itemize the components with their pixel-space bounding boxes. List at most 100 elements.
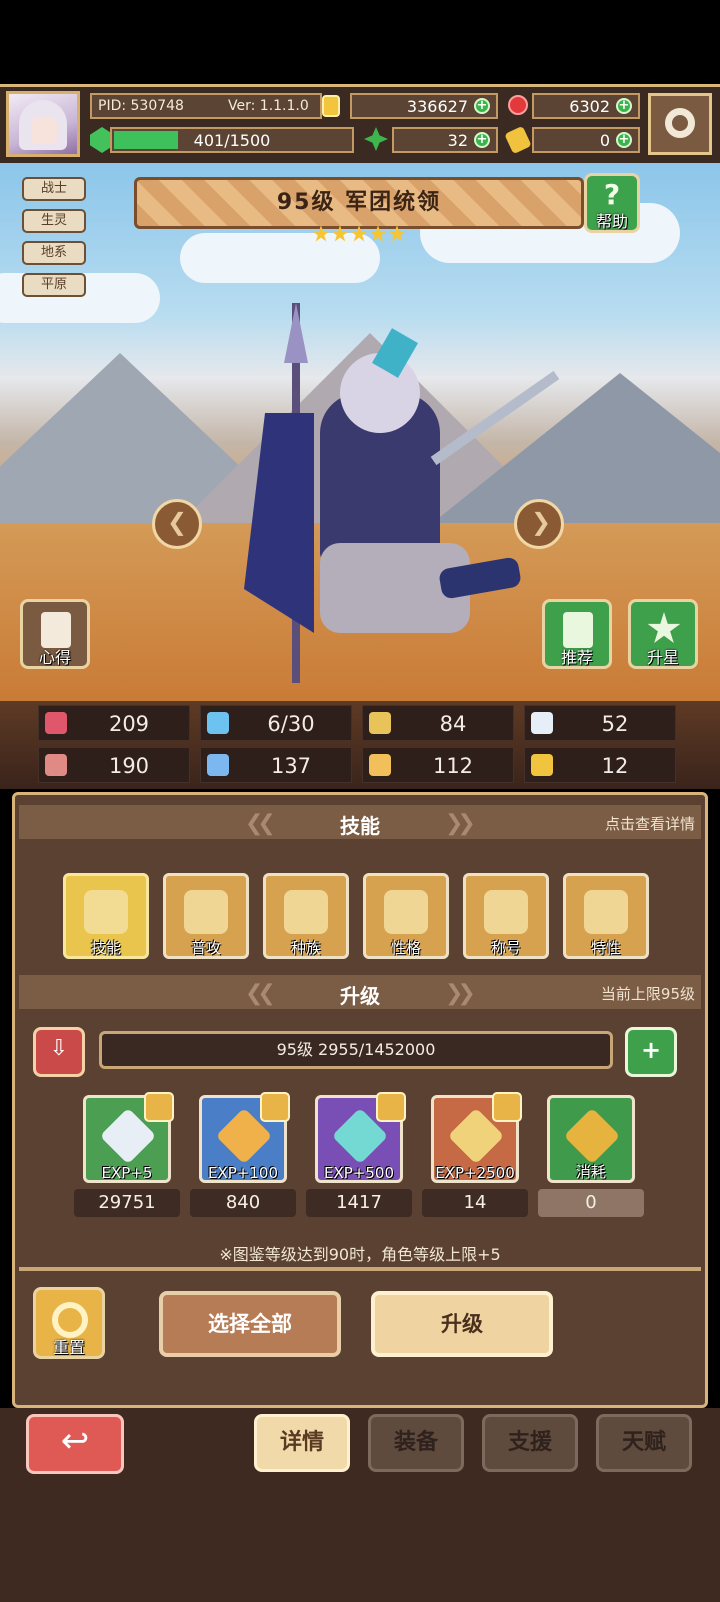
stat-horseshoe: 12 <box>524 747 676 783</box>
skill-slot-personality[interactable]: 性格 <box>363 873 449 959</box>
stat-heart: 209 <box>38 705 190 741</box>
hero-title: 95级 军团统领 <box>276 190 442 215</box>
star-up-button[interactable]: 升星 <box>628 599 698 669</box>
refresh-icon <box>52 1302 88 1338</box>
stat-shield: 84 <box>362 705 514 741</box>
clover-box: 32 + <box>392 127 498 153</box>
add-key-icon[interactable]: + <box>616 132 632 148</box>
skill-slot-title[interactable]: 称号 <box>463 873 549 959</box>
select-all-button[interactable]: 选择全部 <box>159 1291 341 1357</box>
exp-item-count: 14 <box>422 1189 528 1217</box>
star-rating <box>312 225 412 245</box>
upgrade-button[interactable]: 升级 <box>371 1291 553 1357</box>
boot-icon <box>369 754 391 776</box>
add-gold-icon[interactable]: + <box>474 98 490 114</box>
exp-item-slot[interactable]: EXP+100 <box>199 1092 290 1183</box>
stat-value: 6/30 <box>267 712 315 736</box>
fist-icon <box>45 754 67 776</box>
star-icon <box>388 225 406 242</box>
settings-button[interactable] <box>648 93 712 155</box>
coin-icon <box>563 1107 621 1165</box>
skill-label: 种族 <box>290 939 321 957</box>
gold-amount: 336627 <box>406 97 468 116</box>
stats-panel: 209 6/30 84 52 190 137 112 12 <box>0 701 720 789</box>
lock-badge-icon <box>492 1092 522 1122</box>
reset-button[interactable]: 重置 <box>33 1287 105 1359</box>
main-panel: ❮❮ ❯❯ 技能 点击查看详情 技能 普攻 种族 性格 称号 特性 ❮❮ ❯❯ … <box>12 792 708 1408</box>
tab-talent[interactable]: 天赋 <box>596 1414 692 1472</box>
star-icon <box>350 225 368 242</box>
tag-class: 战士 <box>22 177 86 201</box>
add-clover-icon[interactable]: + <box>474 132 490 148</box>
skill-label: 特性 <box>590 939 621 957</box>
stat-boot: 112 <box>362 747 514 783</box>
exp-item-count: 0 <box>538 1189 644 1217</box>
stat-value: 112 <box>432 754 474 778</box>
upgrade-label: 升级 <box>441 1312 483 1336</box>
chevron-left-icon: ❮ <box>167 508 188 536</box>
skill-slot-trait[interactable]: 特性 <box>563 873 649 959</box>
divider <box>19 1267 701 1271</box>
gem-amount: 6302 <box>569 97 610 116</box>
bottom-bar: ↩ 详情 装备 支援 天赋 <box>0 1408 720 1602</box>
exp-item-count: 1417 <box>306 1189 412 1217</box>
clover-icon <box>364 127 388 151</box>
help-button[interactable]: ? 帮助 <box>584 173 640 233</box>
hero-scene: 战士 生灵 地系 平原 95级 军团统领 ? 帮助 ❮ ❯ 心得 推荐 升星 <box>0 163 720 701</box>
skills-header: ❮❮ ❯❯ 技能 点击查看详情 <box>19 805 701 839</box>
player-avatar[interactable] <box>6 91 80 157</box>
wing-icon <box>531 712 553 734</box>
upgrade-title: 升级 <box>340 984 380 1008</box>
arrow-down-icon: ⇩ <box>49 1036 69 1061</box>
stat-value: 52 <box>601 712 629 736</box>
pid-label: PID: 530748 <box>98 98 184 114</box>
scroll-icon <box>41 612 71 648</box>
stat-value: 84 <box>439 712 467 736</box>
exp-item-slot[interactable]: EXP+2500 <box>431 1092 522 1183</box>
lock-badge-icon <box>144 1092 174 1122</box>
skill-slot-attack[interactable]: 普攻 <box>163 873 249 959</box>
gem-box: 6302 + <box>532 93 640 119</box>
exp-item-slot[interactable]: EXP+5 <box>83 1092 174 1183</box>
star-icon <box>331 225 349 242</box>
tab-support[interactable]: 支援 <box>482 1414 578 1472</box>
key-icon <box>504 125 532 155</box>
ruby-gem-icon <box>508 95 528 115</box>
recommend-button[interactable]: 推荐 <box>542 599 612 669</box>
skills-hint[interactable]: 点击查看详情 <box>605 813 695 834</box>
add-gems-icon[interactable]: + <box>616 98 632 114</box>
skill-slot-skill[interactable]: 技能 <box>63 873 149 959</box>
energy-value: 401/1500 <box>193 131 271 150</box>
exp-item-label: EXP+500 <box>324 1164 394 1182</box>
help-label: 帮助 <box>595 212 628 231</box>
level-progress-bar: 95级 2955/1452000 <box>99 1031 613 1069</box>
star-up-label: 升星 <box>646 648 679 667</box>
prev-hero-button[interactable]: ❮ <box>152 499 202 549</box>
decrease-level-button[interactable]: ⇩ <box>33 1027 85 1077</box>
next-hero-button[interactable]: ❯ <box>514 499 564 549</box>
skill-slot-race[interactable]: 种族 <box>263 873 349 959</box>
water-drop-icon <box>207 712 229 734</box>
gear-icon <box>665 108 695 138</box>
increase-level-button[interactable]: + <box>625 1027 677 1077</box>
tab-equipment[interactable]: 装备 <box>368 1414 464 1472</box>
exp-item-label: 消耗 <box>575 1163 606 1181</box>
tab-details[interactable]: 详情 <box>254 1414 350 1472</box>
gold-box: 336627 + <box>350 93 498 119</box>
stat-fist: 190 <box>38 747 190 783</box>
plus-icon: + <box>640 1036 662 1064</box>
insight-button[interactable]: 心得 <box>20 599 90 669</box>
skills-title: 技能 <box>340 814 380 838</box>
top-status-bar: PID: 530748 Ver: 1.1.1.0 336627 + 6302 +… <box>0 84 720 166</box>
level-progress-text: 95级 2955/1452000 <box>276 1040 436 1059</box>
exp-item-slot[interactable]: 消耗 <box>547 1095 635 1183</box>
reset-label: 重置 <box>52 1338 85 1357</box>
select-all-label: 选择全部 <box>208 1312 292 1336</box>
return-arrow-icon: ↩ <box>60 1421 90 1461</box>
heart-shield-icon <box>84 890 128 934</box>
back-button[interactable]: ↩ <box>26 1414 124 1474</box>
exp-item-count: 29751 <box>74 1189 180 1217</box>
exp-item-slot[interactable]: EXP+500 <box>315 1092 406 1183</box>
tag-terrain: 平原 <box>22 273 86 297</box>
chevron-right-icon: ❯ <box>531 508 552 536</box>
